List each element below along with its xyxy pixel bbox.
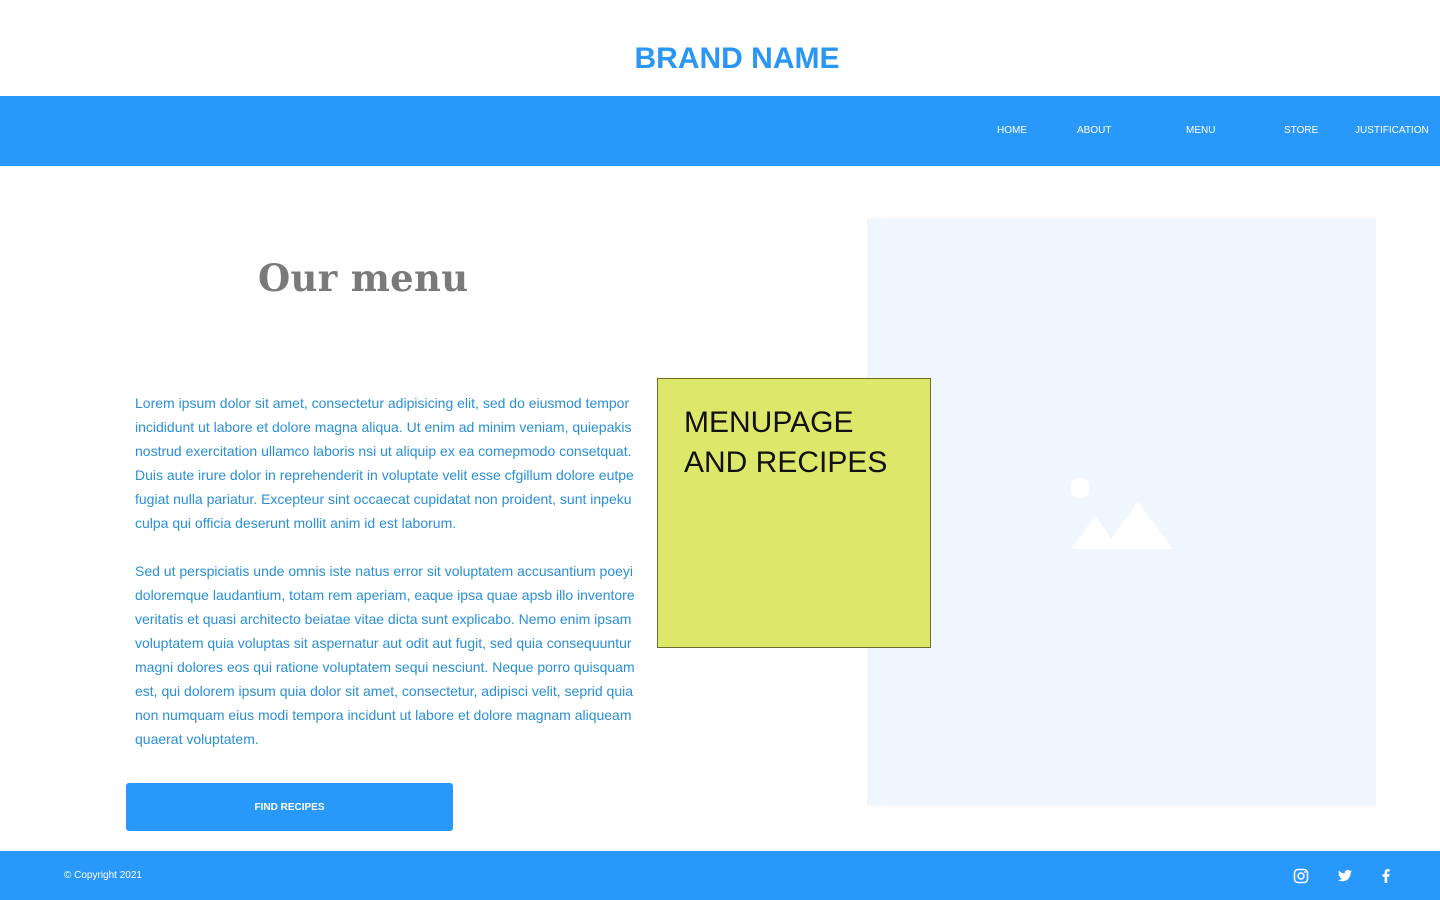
find-recipes-button[interactable]: FIND RECIPES bbox=[126, 783, 453, 831]
intro-paragraph: Lorem ipsum dolor sit amet, consectetur … bbox=[135, 395, 634, 531]
nav-item-store[interactable]: STORE bbox=[1284, 96, 1318, 166]
page-title: Our menu bbox=[258, 256, 469, 300]
brand-header: BRAND NAME bbox=[0, 0, 1440, 96]
sticky-note-text: MENUPAGE AND RECIPES bbox=[684, 406, 888, 479]
sticky-note: MENUPAGE AND RECIPES bbox=[657, 378, 931, 648]
nav-item-menu[interactable]: MENU bbox=[1186, 96, 1215, 166]
facebook-icon[interactable] bbox=[1378, 868, 1394, 884]
nav-item-home[interactable]: HOME bbox=[997, 96, 1027, 166]
instagram-icon[interactable] bbox=[1293, 868, 1309, 884]
image-icon bbox=[1070, 478, 1173, 549]
footer: © Copyright 2021 bbox=[0, 851, 1440, 900]
nav-item-justification[interactable]: JUSTIFICATION bbox=[1355, 96, 1429, 166]
twitter-icon[interactable] bbox=[1337, 868, 1353, 884]
image-placeholder bbox=[867, 218, 1376, 806]
detail-paragraph: Sed ut perspiciatis unde omnis iste natu… bbox=[135, 563, 635, 747]
brand-name[interactable]: BRAND NAME bbox=[0, 40, 1440, 78]
nav-item-about[interactable]: ABOUT bbox=[1077, 96, 1111, 166]
main-nav: HOME ABOUT MENU STORE JUSTIFICATION bbox=[0, 96, 1440, 166]
copyright-text: © Copyright 2021 bbox=[64, 870, 142, 881]
